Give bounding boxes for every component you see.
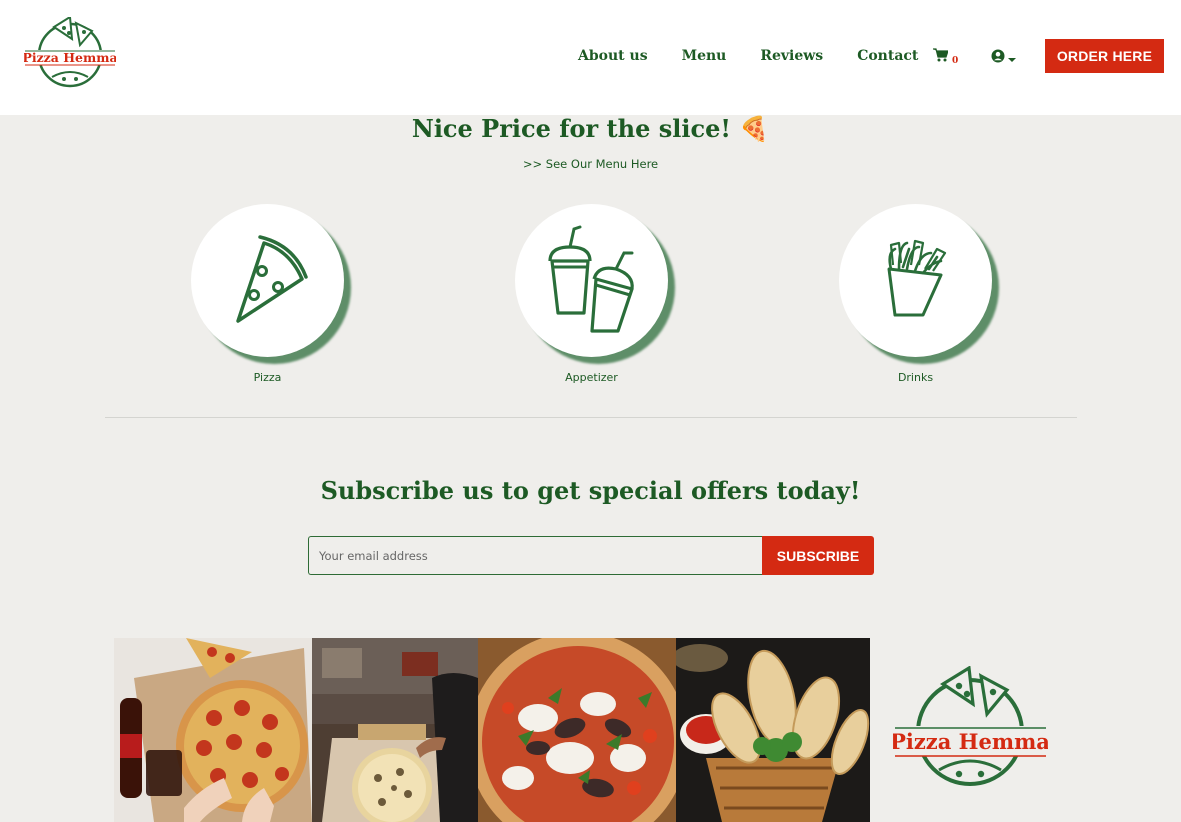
main-nav: About us Menu Reviews Contact (578, 46, 952, 66)
category-label: Appetizer (565, 371, 618, 384)
pizza-kitchen-photo (312, 638, 478, 822)
category-circle (515, 204, 668, 357)
cart-count-badge: 0 (952, 56, 959, 66)
footer-brand-logo[interactable]: Pizza Hemma (890, 665, 1050, 790)
subscribe-form: SUBSCRIBE (308, 536, 874, 575)
garlic-bread-basket-photo (676, 638, 870, 822)
nav-link-menu[interactable]: Menu (682, 48, 727, 64)
fries-icon (885, 239, 947, 323)
email-field[interactable] (308, 536, 762, 575)
grilled-vegetable-pizza-photo (478, 638, 676, 822)
pepperoni-pizza-photo (114, 638, 312, 822)
drink-cups-icon (546, 225, 638, 337)
pizza-slice-icon (228, 233, 308, 329)
category-pizza[interactable]: Pizza (191, 204, 351, 384)
navbar: Pizza Hemma About us Menu Reviews Contac… (0, 0, 1181, 115)
nav-link-reviews[interactable]: Reviews (760, 48, 823, 64)
brand-logo-text: Pizza Hemma (24, 50, 116, 65)
section-divider (105, 417, 1077, 418)
category-appetizer[interactable]: Appetizer (515, 204, 675, 384)
footer-logo-text: Pizza Hemma (893, 729, 1048, 754)
category-circle (839, 204, 992, 357)
subscribe-title: Subscribe us to get special offers today… (320, 476, 861, 505)
brand-logo[interactable]: Pizza Hemma (22, 15, 118, 89)
hero-title: Nice Price for the slice! 🍕 (411, 114, 770, 143)
user-menu-toggle[interactable] (991, 48, 1016, 67)
user-circle-icon (991, 48, 1005, 67)
cart-button[interactable]: 0 (933, 47, 958, 66)
subscribe-button[interactable]: SUBSCRIBE (762, 536, 874, 575)
chevron-down-icon (1008, 48, 1016, 67)
category-label: Drinks (897, 371, 934, 384)
category-drinks[interactable]: Drinks (839, 204, 999, 384)
nav-link-contact[interactable]: Contact (857, 48, 918, 64)
order-here-button[interactable]: ORDER HERE (1045, 39, 1164, 73)
nav-link-about[interactable]: About us (578, 48, 648, 64)
category-circle (191, 204, 344, 357)
category-label: Pizza (253, 371, 282, 384)
cart-icon (933, 47, 949, 66)
see-menu-link[interactable]: >> See Our Menu Here (0, 157, 1181, 171)
